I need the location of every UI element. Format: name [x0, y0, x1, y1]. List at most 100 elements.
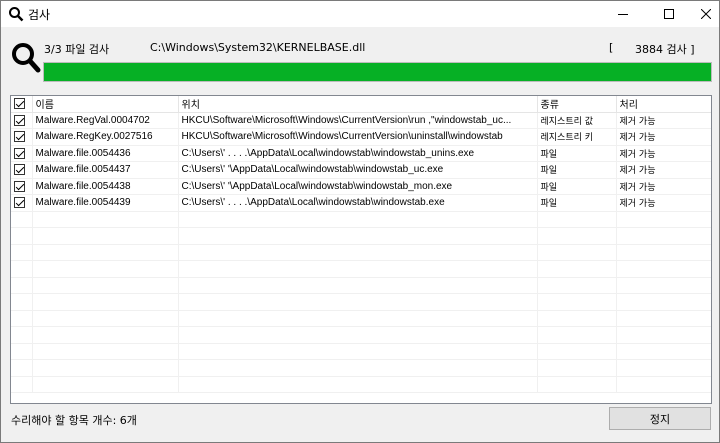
table-row[interactable]	[11, 376, 711, 393]
maximize-button[interactable]	[646, 1, 692, 27]
row-location	[178, 376, 538, 393]
scan-total-bracket: [	[609, 41, 614, 54]
row-checkbox-cell[interactable]	[11, 211, 33, 228]
row-type	[537, 227, 617, 245]
row-location	[178, 359, 538, 377]
row-checkbox-cell[interactable]	[11, 260, 33, 278]
row-location	[178, 343, 538, 360]
row-checkbox-cell[interactable]	[11, 343, 33, 360]
scan-window: 검사 3/3 파일 검사 C:\Windows\System32\KERNELB…	[0, 0, 720, 443]
title-bar[interactable]: 검사	[1, 1, 719, 27]
row-action	[616, 359, 711, 377]
table-row[interactable]	[11, 293, 711, 311]
row-location: C:\Users\' '\AppData\Local\windowstab\wi…	[178, 178, 538, 195]
table-row[interactable]	[11, 359, 711, 377]
row-action: 제거 가능	[616, 178, 711, 195]
row-checkbox-cell[interactable]	[11, 326, 33, 344]
table-row[interactable]: Malware.file.0054439 C:\Users\' . . . .\A…	[11, 194, 711, 212]
table-row[interactable]	[11, 244, 711, 261]
row-name	[32, 310, 179, 327]
table-row[interactable]	[11, 260, 711, 278]
minimize-icon	[618, 14, 628, 15]
row-action	[616, 244, 711, 261]
select-all-header[interactable]	[11, 96, 33, 113]
row-type	[537, 260, 617, 278]
row-location	[178, 211, 538, 228]
row-checkbox-cell[interactable]	[11, 194, 33, 212]
row-type: 레지스트리 값	[537, 112, 617, 129]
row-type: 레지스트리 키	[537, 128, 617, 146]
row-checkbox-cell[interactable]	[11, 244, 33, 261]
row-action	[616, 343, 711, 360]
table-row[interactable]: Malware.file.0054437 C:\Users\' '\AppData…	[11, 161, 711, 179]
scan-progress-bar	[43, 62, 712, 82]
row-type	[537, 277, 617, 294]
table-row[interactable]	[11, 310, 711, 327]
row-checkbox-cell[interactable]	[11, 227, 33, 245]
row-location	[178, 310, 538, 327]
row-name: Malware.file.0054436	[32, 145, 179, 162]
row-type	[537, 310, 617, 327]
row-name	[32, 359, 179, 377]
row-checkbox[interactable]	[14, 147, 25, 159]
scan-current-path: C:\Windows\System32\KERNELBASE.dll	[150, 41, 366, 54]
table-row[interactable]	[11, 343, 711, 360]
stop-button[interactable]: 정지	[609, 407, 711, 430]
search-icon	[9, 7, 24, 22]
row-checkbox-cell[interactable]	[11, 112, 33, 129]
row-checkbox[interactable]	[14, 131, 25, 143]
row-checkbox-cell[interactable]	[11, 310, 33, 327]
row-checkbox-cell[interactable]	[11, 293, 33, 311]
row-checkbox-cell[interactable]	[11, 161, 33, 179]
column-header-location[interactable]: 위치	[178, 96, 538, 113]
table-row[interactable]	[11, 227, 711, 245]
row-type	[537, 244, 617, 261]
table-row[interactable]	[11, 211, 711, 228]
results-table: 이름 위치 종류 처리 Malware.RegVal.0004702 HKCU\S…	[11, 96, 711, 393]
row-checkbox-cell[interactable]	[11, 178, 33, 195]
row-action: 제거 가능	[616, 112, 711, 129]
window-title: 검사	[28, 8, 51, 22]
column-header-action[interactable]: 처리	[616, 96, 711, 113]
row-checkbox-cell[interactable]	[11, 145, 33, 162]
table-row[interactable]: Malware.RegVal.0004702 HKCU\Software\Micr…	[11, 112, 711, 129]
row-action	[616, 376, 711, 393]
row-checkbox-cell[interactable]	[11, 359, 33, 377]
row-location: C:\Users\' . . . .\AppData\Local\windows…	[178, 194, 538, 212]
row-name: Malware.file.0054438	[32, 178, 179, 195]
row-type	[537, 359, 617, 377]
close-icon	[701, 9, 711, 19]
row-action	[616, 310, 711, 327]
table-row[interactable]	[11, 277, 711, 294]
table-row[interactable]: Malware.file.0054436 C:\Users\' . . . .\A…	[11, 145, 711, 162]
row-name	[32, 376, 179, 393]
row-type	[537, 376, 617, 393]
row-location	[178, 244, 538, 261]
column-header-type[interactable]: 종류	[537, 96, 617, 113]
column-header-name[interactable]: 이름	[32, 96, 179, 113]
row-checkbox[interactable]	[14, 114, 25, 126]
row-checkbox-cell[interactable]	[11, 128, 33, 146]
row-checkbox[interactable]	[14, 164, 25, 176]
row-name: Malware.RegKey.0027516	[32, 128, 179, 146]
row-checkbox[interactable]	[14, 197, 25, 209]
row-name	[32, 227, 179, 245]
row-checkbox-cell[interactable]	[11, 376, 33, 393]
table-row[interactable]: Malware.RegKey.0027516 HKCU\Software\Micr…	[11, 128, 711, 146]
minimize-button[interactable]	[600, 1, 646, 27]
select-all-checkbox[interactable]	[14, 98, 25, 109]
row-location: HKCU\Software\Microsoft\Windows\CurrentV…	[178, 112, 538, 129]
scan-count: 3/3 파일 검사	[44, 43, 110, 56]
repair-count-status: 수리해야 할 항목 개수: 6개	[11, 414, 137, 427]
results-list[interactable]: 이름 위치 종류 처리 Malware.RegVal.0004702 HKCU\S…	[10, 95, 712, 404]
table-row[interactable]: Malware.file.0054438 C:\Users\' '\AppData…	[11, 178, 711, 195]
row-name: Malware.file.0054439	[32, 194, 179, 212]
close-button[interactable]	[692, 1, 720, 27]
row-type	[537, 211, 617, 228]
row-name	[32, 326, 179, 344]
row-checkbox-cell[interactable]	[11, 277, 33, 294]
row-checkbox[interactable]	[14, 180, 25, 192]
search-icon	[12, 43, 41, 73]
row-name	[32, 244, 179, 261]
table-row[interactable]	[11, 326, 711, 344]
